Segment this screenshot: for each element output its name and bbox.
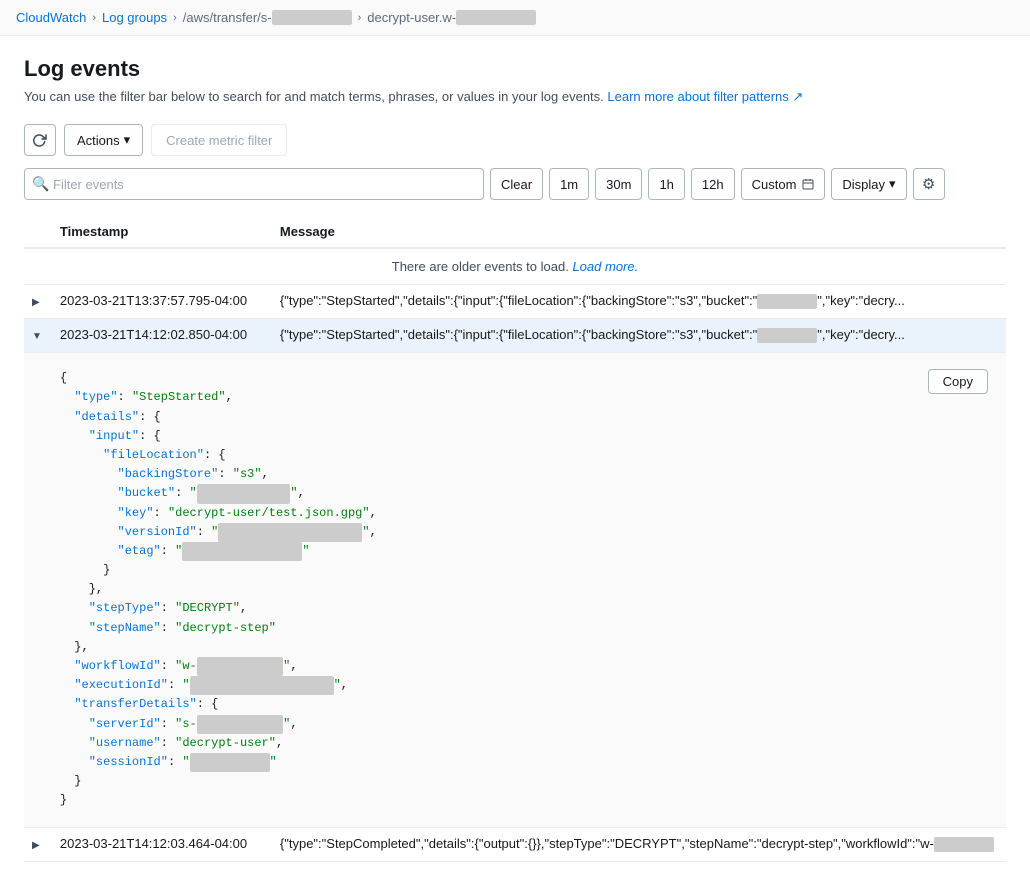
- settings-button[interactable]: ⚙: [913, 168, 945, 200]
- actions-button[interactable]: Actions ▾: [64, 124, 143, 156]
- calendar-icon: [802, 178, 814, 190]
- expand-col-header: [24, 216, 50, 248]
- timestamp-col-header: Timestamp: [50, 216, 270, 248]
- older-events-row: There are older events to load. Load mor…: [24, 248, 1006, 285]
- page-title: Log events: [24, 56, 1006, 82]
- display-button[interactable]: Display ▾: [831, 168, 906, 200]
- expand-cell: ▶: [24, 285, 50, 319]
- settings-icon: ⚙: [922, 175, 935, 193]
- search-icon: 🔍: [32, 176, 49, 193]
- learn-more-link[interactable]: Learn more about filter patterns ↗: [607, 89, 803, 104]
- timestamp-cell: 2023-03-21T13:37:57.795-04:00: [50, 285, 270, 319]
- breadcrumb-current: decrypt-user.w-: [367, 10, 536, 25]
- expand-cell-spacer: [24, 353, 50, 827]
- expand-row-button[interactable]: ▶: [30, 295, 42, 310]
- page-subtitle: You can use the filter bar below to sear…: [24, 88, 1006, 106]
- log-table: Timestamp Message There are older events…: [24, 216, 1006, 861]
- breadcrumb: CloudWatch › Log groups › /aws/transfer/…: [0, 0, 1030, 36]
- refresh-button[interactable]: [24, 124, 56, 156]
- timestamp-cell: 2023-03-21T14:12:02.850-04:00: [50, 319, 270, 353]
- message-cell: {"type":"StepStarted","details":{"input"…: [270, 319, 1006, 353]
- collapse-row-button[interactable]: ▼: [30, 329, 44, 344]
- breadcrumb-cloudwatch[interactable]: CloudWatch: [16, 10, 86, 25]
- search-input[interactable]: [24, 168, 484, 200]
- expand-cell: ▶: [24, 827, 50, 861]
- copy-wrap: Copy { "type": "StepStarted", "details":…: [60, 361, 996, 818]
- expand-row-button[interactable]: ▶: [30, 838, 42, 853]
- expanded-row: Copy { "type": "StepStarted", "details":…: [24, 353, 1006, 827]
- message-cell: {"type":"StepStarted","details":{"input"…: [270, 285, 1006, 319]
- chevron-icon: ›: [92, 12, 96, 24]
- refresh-icon: [33, 133, 47, 147]
- filter-bar: 🔍 Clear 1m 30m 1h 12h Custom Display ▾ ⚙: [24, 168, 1006, 200]
- custom-button[interactable]: Custom: [741, 168, 826, 200]
- 30m-button[interactable]: 30m: [595, 168, 642, 200]
- message-col-header: Message: [270, 216, 1006, 248]
- json-content: { "type": "StepStarted", "details": { "i…: [60, 361, 996, 818]
- expand-cell: ▼: [24, 319, 50, 353]
- chevron-icon-2: ›: [173, 12, 177, 24]
- search-wrap: 🔍: [24, 168, 484, 200]
- 1m-button[interactable]: 1m: [549, 168, 589, 200]
- table-row: ▼ 2023-03-21T14:12:02.850-04:00 {"type":…: [24, 319, 1006, 353]
- copy-button[interactable]: Copy: [928, 369, 988, 394]
- toolbar: Actions ▾ Create metric filter: [24, 124, 1006, 156]
- clear-button[interactable]: Clear: [490, 168, 543, 200]
- chevron-icon-3: ›: [358, 12, 362, 24]
- load-more-link[interactable]: Load more.: [572, 259, 638, 274]
- message-cell: {"type":"StepCompleted","details":{"outp…: [270, 827, 1006, 861]
- breadcrumb-path[interactable]: /aws/transfer/s-: [183, 10, 352, 25]
- actions-chevron-icon: ▾: [124, 132, 131, 148]
- display-chevron-icon: ▾: [889, 176, 896, 192]
- older-events-cell: There are older events to load. Load mor…: [24, 248, 1006, 285]
- 12h-button[interactable]: 12h: [691, 168, 735, 200]
- table-header-row: Timestamp Message: [24, 216, 1006, 248]
- 1h-button[interactable]: 1h: [648, 168, 684, 200]
- breadcrumb-log-groups[interactable]: Log groups: [102, 10, 167, 25]
- table-row: ▶ 2023-03-21T13:37:57.795-04:00 {"type":…: [24, 285, 1006, 319]
- timestamp-cell: 2023-03-21T14:12:03.464-04:00: [50, 827, 270, 861]
- page-content: Log events You can use the filter bar be…: [0, 36, 1030, 882]
- create-metric-filter-button[interactable]: Create metric filter: [151, 124, 287, 156]
- table-row: ▶ 2023-03-21T14:12:03.464-04:00 {"type":…: [24, 827, 1006, 861]
- expanded-content-cell: Copy { "type": "StepStarted", "details":…: [50, 353, 1006, 827]
